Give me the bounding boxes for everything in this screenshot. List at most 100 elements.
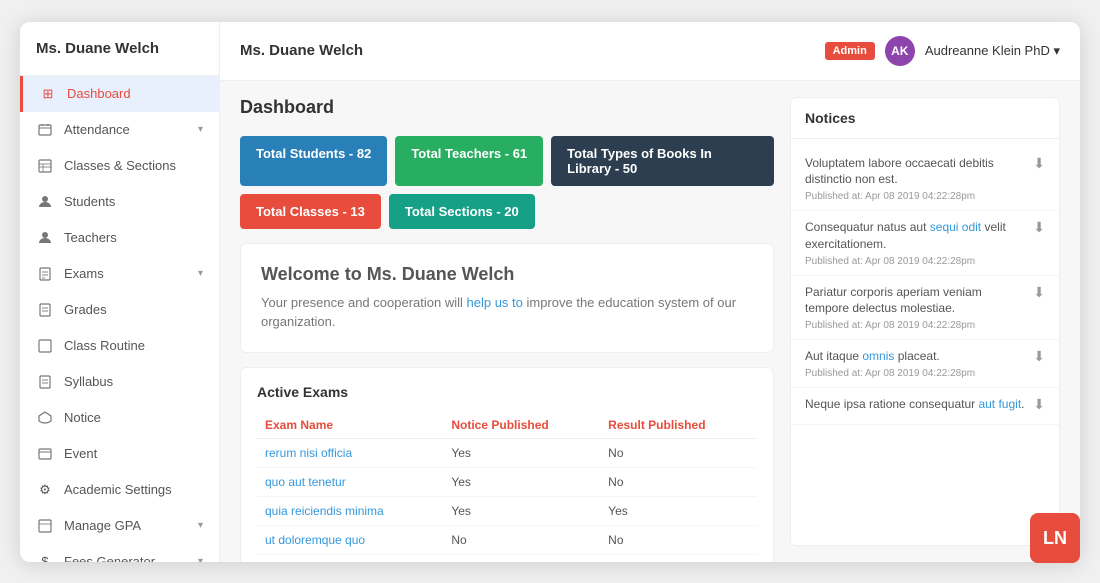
notice-text: Voluptatem labore occaecati debitis dist…	[805, 155, 1025, 189]
stats-row: Total Students - 82 Total Teachers - 61 …	[240, 136, 774, 229]
sidebar-item-label: Teachers	[64, 230, 203, 245]
exams-table: Exam Name Notice Published Result Publis…	[257, 412, 757, 562]
sidebar: Ms. Duane Welch ⊞ Dashboard Attendance ▾	[20, 22, 220, 562]
notice-item: Aut itaque omnis placeat. Published at: …	[791, 340, 1059, 388]
sidebar-item-label: Class Routine	[64, 338, 203, 353]
sidebar-item-classes-sections[interactable]: Classes & Sections	[20, 148, 219, 184]
chevron-down-icon: ▾	[198, 556, 203, 562]
sidebar-item-syllabus[interactable]: Syllabus	[20, 364, 219, 400]
stat-teachers[interactable]: Total Teachers - 61	[395, 136, 543, 186]
result-published-cell: Yes	[600, 554, 757, 562]
exam-name-link[interactable]: ut doloremque quo	[265, 533, 365, 547]
grades-icon	[36, 301, 54, 319]
notice-link[interactable]: aut fugit	[978, 397, 1021, 411]
table-row: rerum nisi officia Yes No	[257, 438, 757, 467]
sidebar-item-label: Dashboard	[67, 86, 203, 101]
notice-item: Consequatur natus aut sequi odit velit e…	[791, 211, 1059, 276]
sidebar-item-attendance[interactable]: Attendance ▾	[20, 112, 219, 148]
welcome-link[interactable]: help us to	[467, 295, 523, 310]
result-published-cell: Yes	[600, 496, 757, 525]
table-row: quia reiciendis minima Yes Yes	[257, 496, 757, 525]
col-exam-name: Exam Name	[257, 412, 443, 439]
stat-students[interactable]: Total Students - 82	[240, 136, 387, 186]
attendance-icon	[36, 121, 54, 139]
exam-name-cell: quo aut tenetur	[257, 467, 443, 496]
exam-name-link[interactable]: quia reiciendis minima	[265, 504, 384, 518]
notice-published-cell: Yes	[443, 554, 600, 562]
main-body: Dashboard Total Students - 82 Total Teac…	[220, 81, 1080, 562]
notices-panel: Notices Voluptatem labore occaecati debi…	[790, 97, 1060, 546]
download-icon[interactable]: ⬇	[1033, 396, 1045, 413]
sidebar-item-event[interactable]: Event	[20, 436, 219, 472]
sidebar-item-academic-settings[interactable]: ⚙ Academic Settings	[20, 472, 219, 508]
download-icon[interactable]: ⬇	[1033, 348, 1045, 365]
notice-published-cell: Yes	[443, 496, 600, 525]
table-row: ut doloremque quo No No	[257, 525, 757, 554]
stat-classes[interactable]: Total Classes - 13	[240, 194, 381, 229]
sidebar-item-dashboard[interactable]: ⊞ Dashboard	[20, 76, 219, 112]
sidebar-item-label: Classes & Sections	[64, 158, 203, 173]
notice-link[interactable]: omnis	[862, 349, 894, 363]
left-column: Dashboard Total Students - 82 Total Teac…	[240, 97, 774, 546]
result-published-cell: No	[600, 467, 757, 496]
sidebar-item-label: Event	[64, 446, 203, 461]
download-icon[interactable]: ⬇	[1033, 284, 1045, 301]
avatar: AK	[885, 36, 915, 66]
notice-published-cell: No	[443, 525, 600, 554]
sidebar-item-students[interactable]: Students	[20, 184, 219, 220]
exam-name-link[interactable]: rerum nisi officia	[265, 446, 352, 460]
active-exams-card: Active Exams Exam Name Notice Published …	[240, 367, 774, 562]
sidebar-item-label: Fees Generator	[64, 554, 198, 562]
dashboard-heading: Dashboard	[240, 97, 774, 118]
result-published-cell: No	[600, 525, 757, 554]
ln-badge[interactable]: LN	[1030, 513, 1080, 563]
notice-date: Published at: Apr 08 2019 04:22:28pm	[805, 320, 1025, 331]
sidebar-item-notice[interactable]: Notice	[20, 400, 219, 436]
sidebar-item-teachers[interactable]: Teachers	[20, 220, 219, 256]
syllabus-icon	[36, 373, 54, 391]
sidebar-item-label: Syllabus	[64, 374, 203, 389]
notice-published-cell: Yes	[443, 467, 600, 496]
result-published-cell: No	[600, 438, 757, 467]
download-icon[interactable]: ⬇	[1033, 219, 1045, 236]
exam-name-cell: ut doloremque quo	[257, 525, 443, 554]
teachers-icon	[36, 229, 54, 247]
classes-icon	[36, 157, 54, 175]
sidebar-item-exams[interactable]: Exams ▾	[20, 256, 219, 292]
header: Ms. Duane Welch Admin AK Audreanne Klein…	[220, 22, 1080, 81]
sidebar-item-label: Exams	[64, 266, 198, 281]
stat-sections[interactable]: Total Sections - 20	[389, 194, 535, 229]
academic-settings-icon: ⚙	[36, 481, 54, 499]
dashboard-icon: ⊞	[39, 85, 57, 103]
notices-title: Notices	[791, 98, 1059, 139]
chevron-down-icon: ▾	[198, 520, 203, 531]
exam-name-link[interactable]: quo aut tenetur	[265, 475, 346, 489]
header-right: Admin AK Audreanne Klein PhD ▾	[825, 36, 1060, 66]
sidebar-item-grades[interactable]: Grades	[20, 292, 219, 328]
notice-date: Published at: Apr 08 2019 04:22:28pm	[805, 191, 1025, 202]
sidebar-item-label: Academic Settings	[64, 482, 203, 497]
admin-badge: Admin	[825, 42, 875, 60]
fees-generator-icon: $	[36, 553, 54, 562]
download-icon[interactable]: ⬇	[1033, 155, 1045, 172]
sidebar-logo: Ms. Duane Welch	[20, 22, 219, 76]
notice-published-cell: Yes	[443, 438, 600, 467]
active-exams-title: Active Exams	[257, 384, 757, 400]
notice-text: Pariatur corporis aperiam veniam tempore…	[805, 284, 1025, 318]
sidebar-item-label: Notice	[64, 410, 203, 425]
exam-name-cell: quia reiciendis minima	[257, 496, 443, 525]
notices-list: Voluptatem labore occaecati debitis dist…	[791, 139, 1059, 545]
manage-gpa-icon	[36, 517, 54, 535]
class-routine-icon	[36, 337, 54, 355]
sidebar-item-manage-gpa[interactable]: Manage GPA ▾	[20, 508, 219, 544]
stat-books[interactable]: Total Types of Books In Library - 50	[551, 136, 774, 186]
sidebar-item-class-routine[interactable]: Class Routine	[20, 328, 219, 364]
notice-link[interactable]: sequi odit	[930, 220, 981, 234]
exams-icon	[36, 265, 54, 283]
col-result-published: Result Published	[600, 412, 757, 439]
notice-date: Published at: Apr 08 2019 04:22:28pm	[805, 368, 1025, 379]
sidebar-nav: ⊞ Dashboard Attendance ▾ Classes & Secti…	[20, 76, 219, 562]
header-title: Ms. Duane Welch	[240, 42, 363, 59]
notice-item: Neque ipsa ratione consequatur aut fugit…	[791, 388, 1059, 425]
sidebar-item-fees-generator[interactable]: $ Fees Generator ▾	[20, 544, 219, 562]
